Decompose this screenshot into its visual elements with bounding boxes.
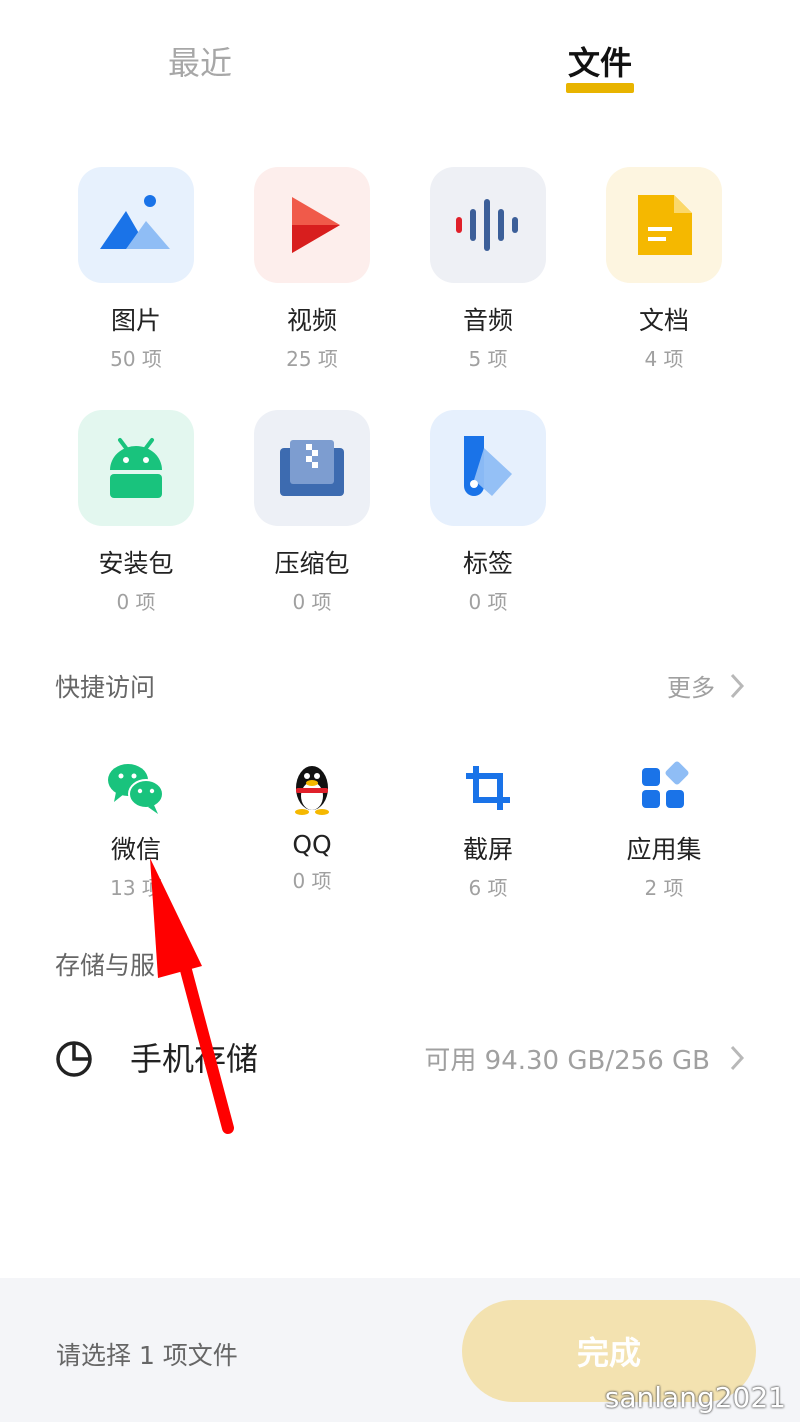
phone-storage-value: 可用 94.30 GB/256 GB: [424, 1046, 710, 1076]
category-count: 50 项: [110, 347, 162, 371]
category-apk[interactable]: 安装包 0 项: [48, 410, 224, 615]
quick-qq[interactable]: QQ 0 项: [224, 758, 400, 894]
category-name: 压缩包: [274, 549, 350, 578]
category-count: 0 项: [292, 590, 332, 614]
tag-icon: [430, 410, 546, 526]
category-count: 0 项: [468, 590, 508, 614]
category-count: 4 项: [644, 347, 684, 371]
category-count: 5 项: [468, 347, 508, 371]
category-name: 音频: [462, 306, 513, 335]
category-videos[interactable]: 视频 25 项: [224, 167, 400, 372]
crop-icon: [458, 758, 518, 818]
watermark: sanlang2021: [604, 1381, 786, 1414]
phone-storage-row[interactable]: 手机存储 可用 94.30 GB/256 GB: [0, 1010, 800, 1106]
selection-hint: 请选择 1 项文件: [56, 1341, 238, 1370]
quick-count: 2 项: [644, 876, 684, 900]
app-grid-icon: [634, 758, 694, 818]
phone-storage-label: 手机存储: [130, 1040, 259, 1078]
category-name: 安装包: [98, 549, 174, 578]
category-tags[interactable]: 标签 0 项: [400, 410, 576, 615]
category-images[interactable]: 图片 50 项: [48, 167, 224, 372]
android-icon: [78, 410, 194, 526]
tab-bar: 最近 文件: [0, 0, 800, 120]
category-name: 视频: [286, 306, 337, 335]
more-link[interactable]: 更多: [667, 668, 745, 703]
quick-count: 6 项: [468, 876, 508, 900]
tab-files[interactable]: 文件: [530, 38, 670, 84]
image-icon: [78, 167, 194, 283]
quick-count: 0 项: [292, 869, 332, 893]
quick-access-title: 快捷访问: [55, 673, 156, 702]
archive-icon: [254, 410, 370, 526]
pie-chart-icon: [56, 1041, 92, 1077]
document-icon: [606, 167, 722, 283]
category-count: 0 项: [116, 590, 156, 614]
category-name: 图片: [110, 306, 161, 335]
quick-name: 截屏: [462, 835, 513, 864]
quick-wechat[interactable]: 微信 13 项: [48, 758, 224, 901]
qq-penguin-icon: [282, 758, 342, 818]
quick-screenshots[interactable]: 截屏 6 项: [400, 758, 576, 901]
wechat-icon: [106, 758, 166, 818]
more-label: 更多: [667, 674, 715, 702]
active-tab-indicator: [566, 83, 634, 93]
category-documents[interactable]: 文档 4 项: [576, 167, 752, 372]
category-archives[interactable]: 压缩包 0 项: [224, 410, 400, 615]
category-name: 标签: [462, 549, 513, 578]
category-audio[interactable]: 音频 5 项: [400, 167, 576, 372]
audio-icon: [430, 167, 546, 283]
quick-app-collection[interactable]: 应用集 2 项: [576, 758, 752, 901]
tab-recent[interactable]: 最近: [130, 38, 270, 84]
quick-name: 微信: [110, 835, 161, 864]
category-count: 25 项: [286, 347, 338, 371]
chevron-right-icon: [730, 673, 745, 698]
category-name: 文档: [638, 306, 689, 335]
quick-count: 13 项: [110, 876, 162, 900]
storage-section-title: 存储与服: [55, 951, 156, 980]
chevron-right-icon: [730, 1045, 745, 1071]
video-icon: [254, 167, 370, 283]
quick-name: 应用集: [626, 835, 702, 864]
quick-name: QQ: [292, 830, 332, 859]
